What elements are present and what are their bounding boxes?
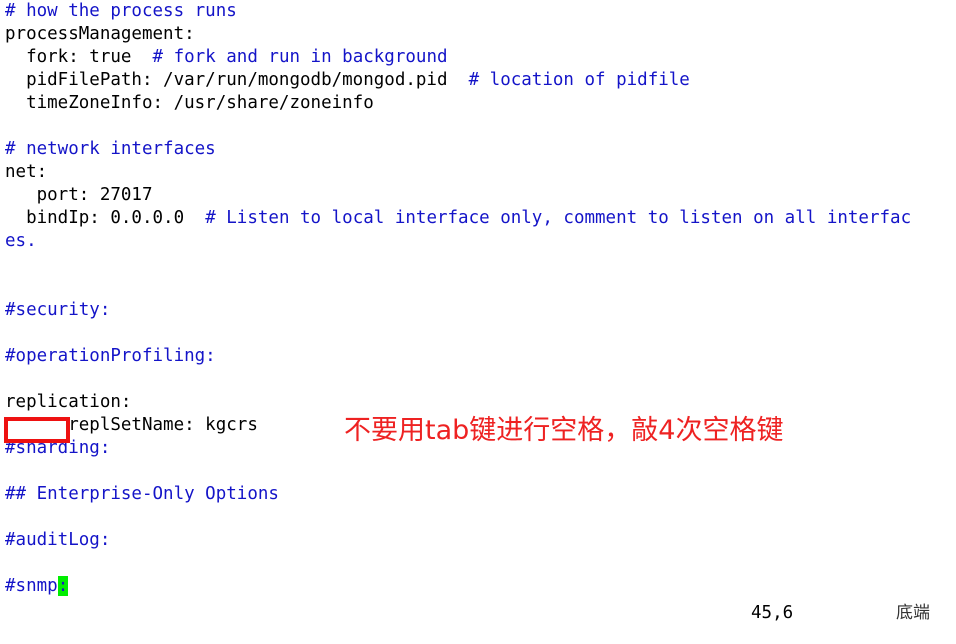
annotation-note-text: 不要用tab键进行空格，敲4次空格键 (344, 415, 784, 446)
code-plain-text: net: (5, 162, 48, 182)
code-line: replication: (5, 391, 956, 414)
code-line: #security: (5, 299, 956, 322)
indent-highlight-box (4, 417, 70, 443)
code-plain-text: bindIp: 0.0.0.0 (5, 208, 185, 228)
text-cursor: : (57, 576, 69, 596)
code-plain-text: pidFilePath: /var/run/mongodb/mongod.pid (5, 70, 448, 90)
cursor-position-indicator: 45,6 (751, 603, 794, 623)
code-plain-text: processManagement: (5, 24, 195, 44)
code-plain-text: replication: (5, 392, 132, 412)
code-line: #operationProfiling: (5, 345, 956, 368)
code-comment-text: # how the process runs (5, 1, 237, 21)
code-comment-text: # fork and run in background (131, 47, 448, 67)
code-line-with-cursor: #snmp: (5, 575, 956, 598)
code-line: # network interfaces (5, 138, 956, 161)
code-comment-text: es. (5, 231, 37, 251)
code-plain-text: timeZoneInfo: /usr/share/zoneinfo (5, 93, 374, 113)
file-position-indicator: 底端 (896, 603, 930, 623)
code-comment-text: #security: (5, 300, 111, 320)
code-comment-text: #snmp (5, 576, 58, 596)
code-line-wrapped: es. (5, 230, 956, 253)
code-plain-text: port: 27017 (5, 185, 153, 205)
status-bar: 45,6 底端 (0, 602, 956, 630)
code-comment-text: #operationProfiling: (5, 346, 216, 366)
code-line: bindIp: 0.0.0.0 # Listen to local interf… (5, 207, 956, 230)
code-comment-text: # location of pidfile (447, 70, 690, 90)
code-comment-text: #auditLog: (5, 530, 111, 550)
code-text-area[interactable]: # how the process runs processManagement… (5, 0, 956, 598)
code-comment-text: # network interfaces (5, 139, 216, 159)
code-line: ## Enterprise-Only Options (5, 483, 956, 506)
code-line: # how the process runs (5, 0, 956, 23)
code-line: timeZoneInfo: /usr/share/zoneinfo (5, 92, 956, 115)
code-line: pidFilePath: /var/run/mongodb/mongod.pid… (5, 69, 956, 92)
code-line: port: 27017 (5, 184, 956, 207)
code-comment-text: # Listen to local interface only, commen… (184, 208, 912, 228)
code-comment-text: ## Enterprise-Only Options (5, 484, 279, 504)
code-line: #auditLog: (5, 529, 956, 552)
code-line: fork: true # fork and run in background (5, 46, 956, 69)
code-line: net: (5, 161, 956, 184)
text-editor-viewport[interactable]: # how the process runs processManagement… (0, 0, 956, 644)
code-plain-text: fork: true (5, 47, 132, 67)
code-line: processManagement: (5, 23, 956, 46)
